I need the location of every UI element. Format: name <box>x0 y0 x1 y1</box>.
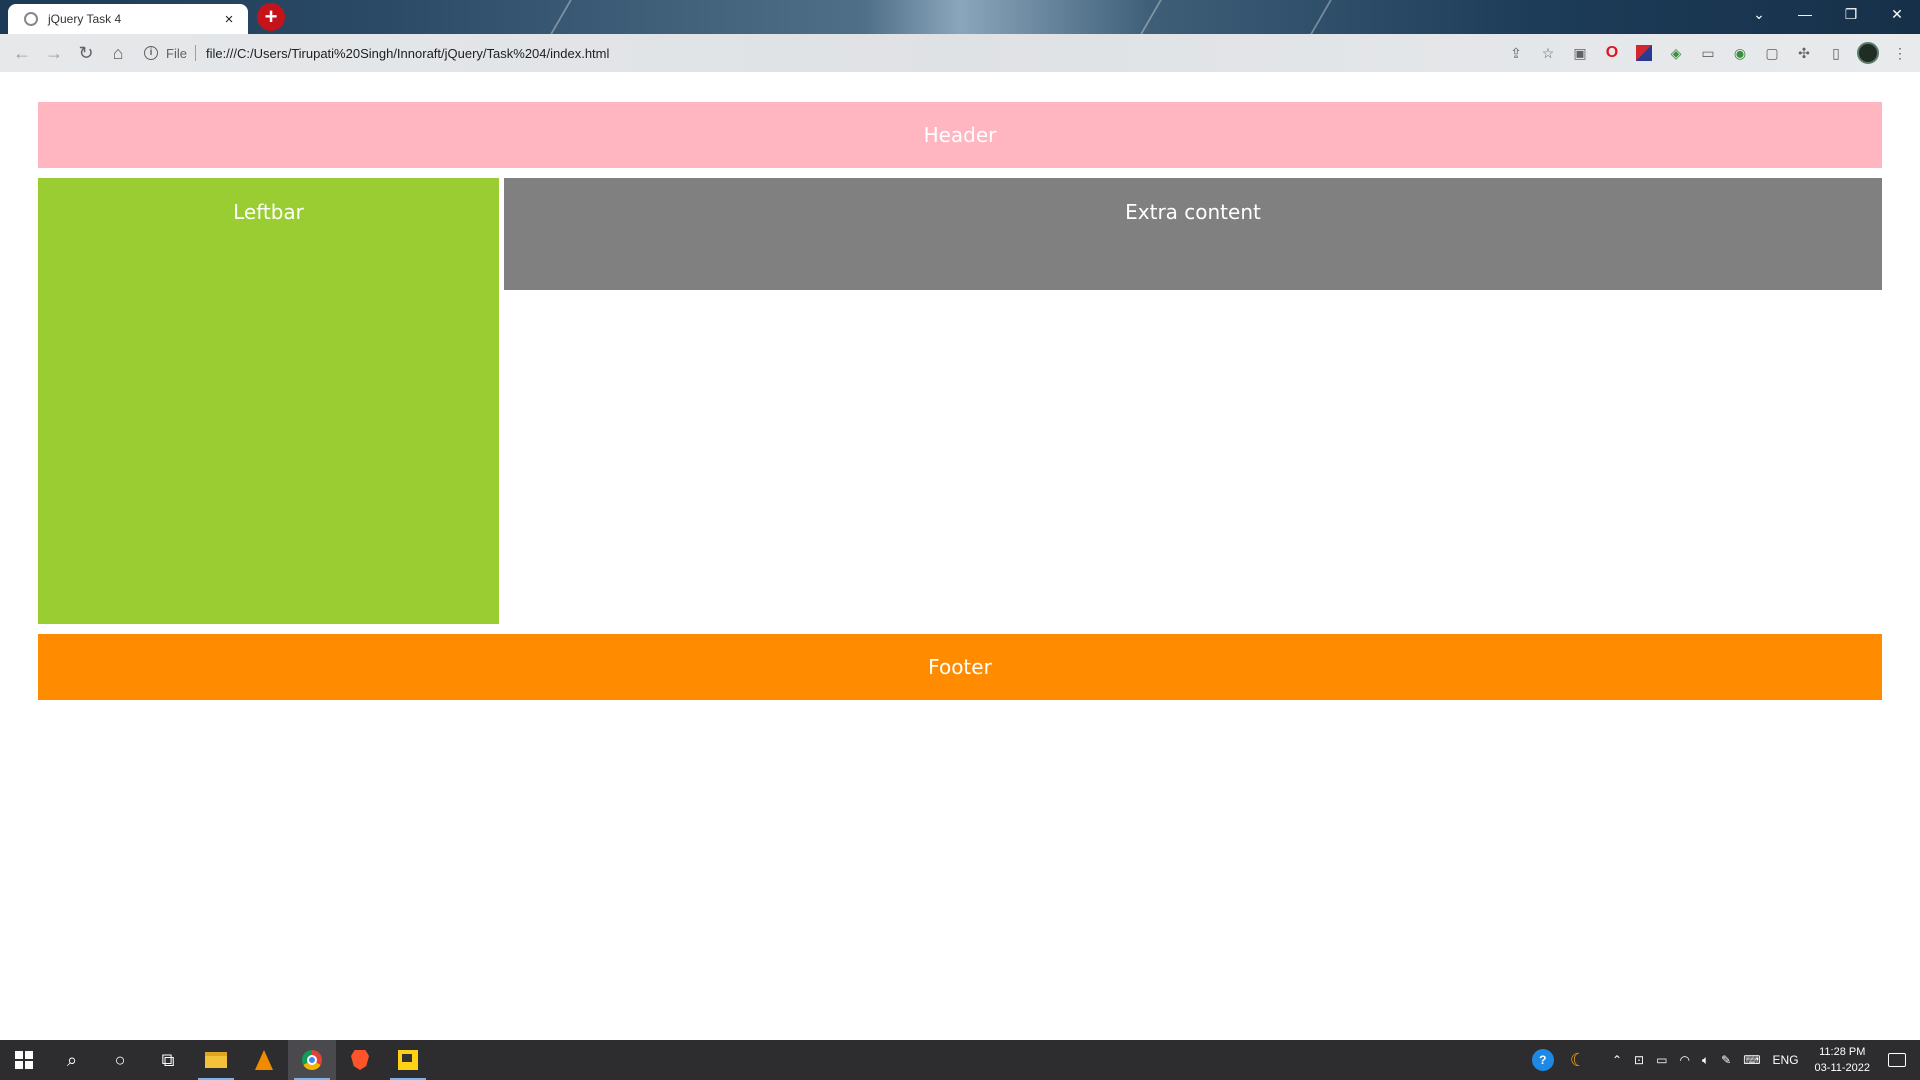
flag-extension-icon[interactable] <box>1632 41 1656 65</box>
share-icon[interactable]: ⇪ <box>1504 41 1528 65</box>
browser-toolbar: ← → ↻ ⌂ i File file:///C:/Users/Tirupati… <box>0 34 1920 72</box>
battery-icon[interactable]: ▭ <box>1650 1053 1673 1067</box>
video-extension-icon[interactable]: ◉ <box>1728 41 1752 65</box>
page-footer: Footer <box>38 634 1882 700</box>
side-panel-icon[interactable]: ▯ <box>1824 41 1848 65</box>
tab-close-icon[interactable]: × <box>220 11 238 28</box>
start-button[interactable] <box>0 1040 48 1080</box>
clock[interactable]: 11:28 PM 03-11-2022 <box>1805 1044 1880 1076</box>
vlc-icon[interactable] <box>240 1040 288 1080</box>
file-explorer-icon[interactable] <box>192 1040 240 1080</box>
globe-extension-icon[interactable]: ◈ <box>1664 41 1688 65</box>
info-icon[interactable]: i <box>144 46 158 60</box>
wifi-icon[interactable]: ◠ <box>1673 1053 1695 1067</box>
extension-icons: ⇪ ☆ ▣ O ◈ ▭ ◉ ▢ ✣ ▯ ⋮ <box>1504 38 1912 68</box>
tab-search-button[interactable]: ⌄ <box>1736 0 1782 28</box>
wallpaper-streak <box>550 0 572 34</box>
windows-taskbar: ⌕ ○ ⧉ ? ☾ ⌃ ⊡ ▭ ◠ 🔈︎ ✎ ⌨ ENG 11:28 PM 03… <box>0 1040 1920 1080</box>
page-leftbar: Leftbar <box>38 178 499 624</box>
pen-icon[interactable]: ✎ <box>1715 1053 1737 1067</box>
restore-button[interactable]: ❐ <box>1828 0 1874 28</box>
reload-icon[interactable]: ↻ <box>70 37 102 69</box>
browser-tab[interactable]: jQuery Task 4 × <box>8 4 248 34</box>
divider <box>194 45 196 61</box>
page-viewport: Header Leftbar Extra content Footer <box>0 72 1920 1040</box>
new-tab-button[interactable]: + <box>257 3 285 31</box>
puzzle-icon[interactable]: ✣ <box>1792 41 1816 65</box>
search-icon[interactable]: ⌕ <box>48 1040 96 1080</box>
url-scheme: File <box>166 45 187 61</box>
b-extension-icon[interactable]: ▢ <box>1760 41 1784 65</box>
sticky-notes-icon[interactable] <box>384 1040 432 1080</box>
clock-date: 03-11-2022 <box>1814 1062 1870 1074</box>
globe-icon <box>24 12 38 26</box>
clock-time: 11:28 PM <box>1819 1046 1866 1058</box>
chrome-icon[interactable] <box>288 1040 336 1080</box>
brave-icon[interactable] <box>336 1040 384 1080</box>
address-bar[interactable]: i File file:///C:/Users/Tirupati%20Singh… <box>144 38 1504 68</box>
notification-icon[interactable] <box>1888 1053 1906 1067</box>
wallpaper-streak <box>1140 0 1162 34</box>
system-tray: ? ☾ ⌃ ⊡ ▭ ◠ 🔈︎ ✎ ⌨ ENG 11:28 PM 03-11-20… <box>1531 1040 1920 1080</box>
opera-icon[interactable]: O <box>1600 41 1624 65</box>
keyboard-icon[interactable]: ⌨ <box>1737 1053 1766 1067</box>
browser-titlebar: jQuery Task 4 × + ⌄ — ❐ ✕ <box>0 0 1920 34</box>
forward-arrow-icon[interactable]: → <box>38 37 70 69</box>
window-controls: ⌄ — ❐ ✕ <box>1736 0 1920 28</box>
profile-avatar[interactable] <box>1856 41 1880 65</box>
url-text[interactable]: file:///C:/Users/Tirupati%20Singh/Innora… <box>206 46 609 61</box>
back-arrow-icon[interactable]: ← <box>6 37 38 69</box>
bookmark-star-icon[interactable]: ☆ <box>1536 41 1560 65</box>
screen-extension-icon[interactable]: ▭ <box>1696 41 1720 65</box>
page-extra-content: Extra content <box>504 178 1882 290</box>
tab-title: jQuery Task 4 <box>48 12 122 26</box>
wallpaper-streak <box>1310 0 1332 34</box>
meet-now-icon[interactable]: ⊡ <box>1628 1053 1650 1067</box>
cortana-icon[interactable]: ○ <box>96 1040 144 1080</box>
page-header: Header <box>38 102 1882 168</box>
extension-icon[interactable]: ▣ <box>1568 41 1592 65</box>
windows-logo-icon <box>15 1051 33 1069</box>
menu-kebab-icon[interactable]: ⋮ <box>1888 41 1912 65</box>
volume-mute-icon[interactable]: 🔈︎ <box>1696 1053 1715 1068</box>
minimize-button[interactable]: — <box>1782 0 1828 28</box>
chevron-up-icon[interactable]: ⌃ <box>1606 1053 1628 1067</box>
night-light-icon[interactable]: ☾ <box>1564 1050 1592 1071</box>
help-icon[interactable]: ? <box>1531 1049 1554 1071</box>
task-view-icon[interactable]: ⧉ <box>144 1040 192 1080</box>
language-indicator[interactable]: ENG <box>1767 1053 1805 1067</box>
close-button[interactable]: ✕ <box>1874 0 1920 28</box>
home-icon[interactable]: ⌂ <box>102 37 134 69</box>
